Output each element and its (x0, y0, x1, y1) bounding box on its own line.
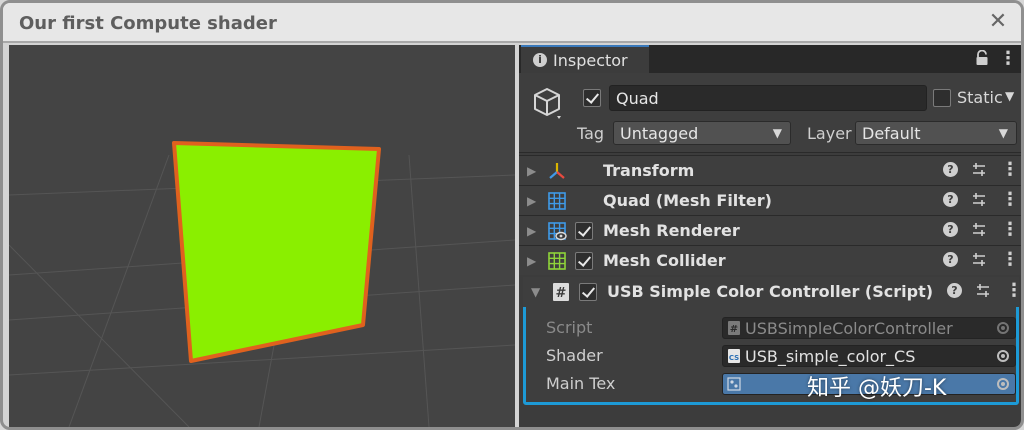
component-mesh-collider[interactable]: ▶ Mesh Collider ? ⋮ (519, 245, 1021, 275)
script-field-value: USBSimpleColorController (745, 319, 953, 338)
component-name: Quad (Mesh Filter) (603, 191, 772, 210)
kebab-menu-icon[interactable]: ⋮ (999, 48, 1017, 69)
compute-shader-icon: CS (728, 349, 740, 363)
kebab-menu-icon[interactable]: ⋮ (1001, 189, 1019, 210)
svg-text:CS: CS (729, 354, 739, 362)
mesh-renderer-enabled-checkbox[interactable] (575, 222, 593, 240)
gameobject-header: Quad Static ▼ Tag Untagged ▼ Layer Defau… (519, 73, 1021, 153)
tag-dropdown[interactable]: Untagged ▼ (613, 121, 791, 145)
component-transform[interactable]: ▶ Transform ? ⋮ (519, 155, 1021, 185)
prop-label-main-tex: Main Tex (546, 374, 616, 393)
layer-dropdown[interactable]: Default ▼ (855, 121, 1017, 145)
render-texture-icon (727, 377, 741, 391)
help-icon[interactable]: ? (947, 283, 962, 298)
layer-dropdown-value: Default (862, 124, 921, 143)
tag-dropdown-value: Untagged (620, 124, 699, 143)
transform-icon (549, 163, 565, 179)
presets-icon[interactable] (971, 192, 987, 208)
help-icon[interactable]: ? (943, 192, 958, 207)
chevron-down-icon: ▼ (998, 126, 1008, 140)
presets-icon[interactable] (971, 222, 987, 238)
component-name: Mesh Collider (603, 251, 726, 270)
presets-icon[interactable] (971, 252, 987, 268)
close-icon[interactable]: ✕ (985, 9, 1011, 35)
component-name: Mesh Renderer (603, 221, 740, 240)
scene-canvas (9, 141, 515, 427)
static-dropdown-arrow-icon[interactable]: ▼ (1005, 89, 1014, 103)
kebab-menu-icon[interactable]: ⋮ (1005, 280, 1021, 301)
prop-label-shader: Shader (546, 346, 603, 365)
script-field: # USBSimpleColorController (722, 317, 1016, 339)
help-icon[interactable]: ? (943, 222, 958, 237)
tab-inspector-label: Inspector (553, 51, 628, 70)
kebab-menu-icon[interactable]: ⋮ (1001, 249, 1019, 270)
presets-icon[interactable] (971, 162, 987, 178)
component-script[interactable]: ▼ # USB Simple Color Controller (Script)… (523, 277, 1021, 307)
mesh-filter-icon (548, 192, 566, 210)
component-name: Transform (603, 161, 695, 180)
inspector-panel: i Inspector ⋮ Quad Static ▼ Tag Untagged… (519, 45, 1021, 427)
gameobject-active-checkbox[interactable] (583, 89, 601, 107)
component-mesh-renderer[interactable]: ▶ Mesh Renderer ? ⋮ (519, 215, 1021, 245)
svg-text:#: # (556, 286, 567, 301)
static-checkbox[interactable] (933, 89, 951, 107)
mesh-renderer-icon (548, 222, 567, 241)
foldout-arrow-expanded-icon[interactable]: ▼ (531, 285, 540, 299)
gameobject-name-field[interactable]: Quad (609, 85, 927, 111)
mesh-collider-enabled-checkbox[interactable] (575, 252, 593, 270)
object-picker-icon[interactable] (997, 350, 1009, 362)
lock-icon[interactable] (975, 50, 989, 66)
shader-field-value: USB_simple_color_CS (745, 347, 916, 366)
kebab-menu-icon[interactable]: ⋮ (1001, 219, 1019, 240)
quad-mesh[interactable] (172, 141, 381, 363)
presets-icon[interactable] (975, 283, 991, 299)
object-picker-icon[interactable] (997, 378, 1009, 390)
scene-view[interactable] (9, 45, 515, 427)
mesh-collider-icon (548, 252, 566, 270)
object-picker-icon[interactable] (997, 322, 1009, 334)
component-name: USB Simple Color Controller (Script) (607, 282, 934, 301)
script-file-icon: # (728, 321, 740, 335)
kebab-menu-icon[interactable]: ⋮ (1001, 159, 1019, 180)
foldout-arrow-icon[interactable]: ▶ (527, 224, 536, 238)
help-icon[interactable]: ? (943, 252, 958, 267)
info-icon: i (533, 53, 547, 67)
layer-label: Layer (807, 124, 852, 143)
foldout-arrow-icon[interactable]: ▶ (527, 164, 536, 178)
static-label: Static (957, 88, 1003, 107)
prop-label-script: Script (546, 318, 593, 337)
component-mesh-filter[interactable]: ▶ Quad (Mesh Filter) ? ⋮ (519, 185, 1021, 215)
foldout-arrow-icon[interactable]: ▶ (527, 254, 536, 268)
gameobject-cube-icon[interactable] (529, 85, 565, 121)
watermark-text: 知乎 @妖刀-K (807, 376, 947, 401)
foldout-arrow-icon[interactable]: ▶ (527, 194, 536, 208)
title-bar: Our first Compute shader ✕ (3, 3, 1021, 43)
tab-inspector[interactable]: i Inspector (521, 45, 649, 73)
svg-text:#: # (730, 324, 738, 335)
chevron-down-icon: ▼ (772, 126, 782, 140)
tag-label: Tag (577, 124, 605, 143)
script-icon: # (553, 283, 569, 301)
window-frame: Our first Compute shader ✕ i Inspector ⋮… (0, 0, 1024, 430)
inspector-tab-bar: i Inspector ⋮ (519, 45, 1021, 73)
help-icon[interactable]: ? (943, 162, 958, 177)
window-title: Our first Compute shader (19, 13, 277, 34)
shader-field[interactable]: CS USB_simple_color_CS (722, 345, 1016, 367)
script-enabled-checkbox[interactable] (579, 283, 597, 301)
